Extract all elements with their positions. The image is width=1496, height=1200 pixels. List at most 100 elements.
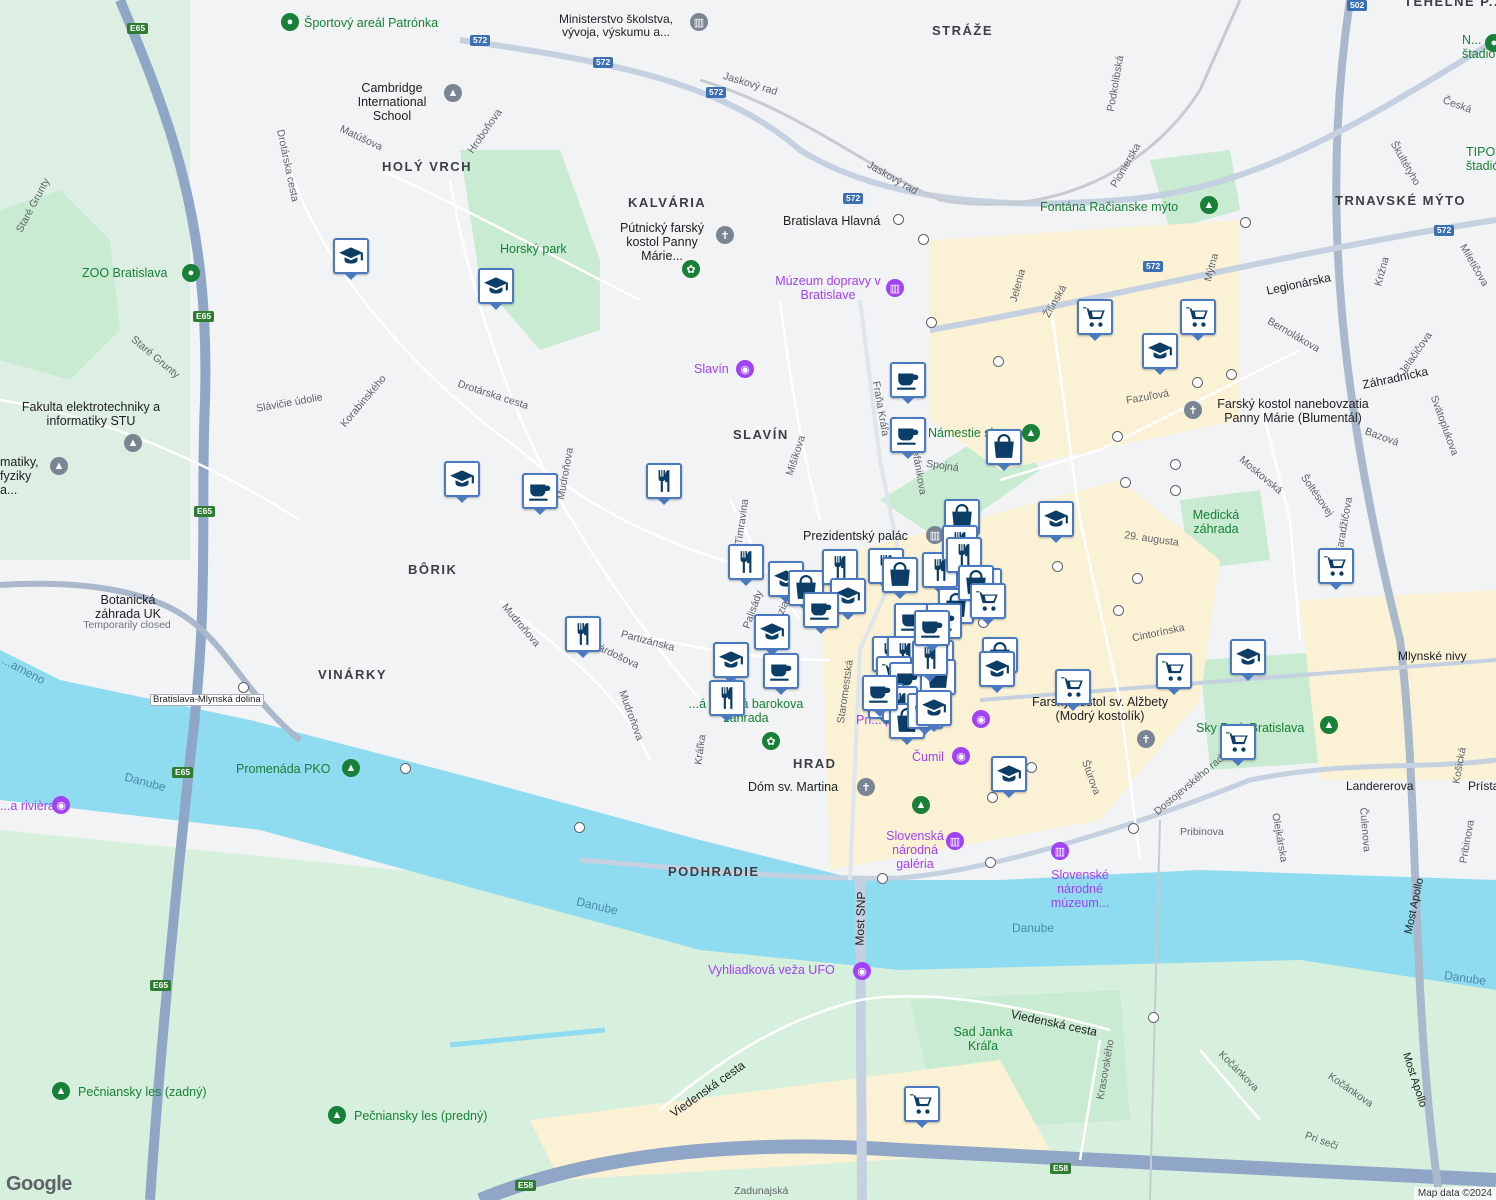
- poi-label-patronka[interactable]: Športový areál Patrónka: [304, 16, 438, 31]
- poi-label-pecniansky-predny[interactable]: Pečniansky les (predný): [354, 1109, 487, 1124]
- school-icon[interactable]: ▲: [444, 84, 462, 102]
- bus-stop-icon[interactable]: [1226, 369, 1237, 380]
- cafe-marker-icon[interactable]: [890, 362, 926, 404]
- poi-label-riviera[interactable]: ...a rivièra: [0, 799, 55, 814]
- bus-stop-icon[interactable]: [574, 822, 585, 833]
- park-icon[interactable]: ▲: [1022, 424, 1040, 442]
- bus-stop-icon[interactable]: [877, 873, 888, 884]
- poi-label-sng[interactable]: Slovenská národná galéria: [873, 829, 957, 871]
- poi-label-horsky-park[interactable]: Horský park: [500, 242, 567, 257]
- promenade-icon[interactable]: ▲: [342, 759, 360, 777]
- bus-stop-icon[interactable]: [238, 682, 249, 693]
- tower-icon[interactable]: ◉: [853, 962, 871, 980]
- poi-label-slavin[interactable]: Slavín: [694, 362, 729, 377]
- bus-stop-icon[interactable]: [926, 317, 937, 328]
- park-icon[interactable]: ●: [281, 13, 299, 31]
- bus-stop-icon[interactable]: [1148, 1012, 1159, 1023]
- school-marker-icon[interactable]: [991, 756, 1027, 798]
- bus-stop-icon[interactable]: [1170, 459, 1181, 470]
- landmark-icon[interactable]: ◉: [972, 710, 990, 728]
- poi-label-cambridge[interactable]: Cambridge International School: [340, 81, 444, 123]
- poi-label-farsky-blumental[interactable]: Farský kostol nanebovzatia Panny Márie (…: [1208, 397, 1378, 426]
- bus-stop-icon[interactable]: [1026, 762, 1037, 773]
- bus-stop-icon[interactable]: [987, 792, 998, 803]
- cafe-marker-icon[interactable]: [862, 675, 898, 717]
- poi-label-fontana[interactable]: Fontána Račianske mýto: [1040, 200, 1178, 215]
- cart-marker-icon[interactable]: [1318, 548, 1354, 590]
- poi-label-zoo[interactable]: ZOO Bratislava: [82, 266, 167, 281]
- university-icon[interactable]: ▲: [124, 434, 142, 452]
- food-marker-icon[interactable]: [728, 544, 764, 586]
- cafe-marker-icon[interactable]: [522, 473, 558, 515]
- fountain-icon[interactable]: ▲: [1200, 196, 1218, 214]
- map-view[interactable]: STRÁŽE HOLÝ VRCH KALVÁRIA SLAVÍN BÔRIK V…: [0, 0, 1496, 1200]
- landmark-icon[interactable]: ◉: [52, 796, 70, 814]
- bus-stop-icon[interactable]: [1240, 217, 1251, 228]
- bus-stop-icon[interactable]: [1112, 431, 1123, 442]
- bus-stop-icon[interactable]: [400, 763, 411, 774]
- poi-label-tipos[interactable]: TIPOS štadión: [1466, 145, 1496, 174]
- church-icon[interactable]: ✝: [1137, 730, 1155, 748]
- poi-label-pecniansky-zadny[interactable]: Pečniansky les (zadný): [78, 1085, 207, 1100]
- food-marker-icon[interactable]: [709, 680, 745, 722]
- garden-icon[interactable]: ✿: [682, 260, 700, 278]
- school-marker-icon[interactable]: [478, 268, 514, 310]
- school-marker-icon[interactable]: [1038, 501, 1074, 543]
- landmark-icon[interactable]: ◉: [952, 747, 970, 765]
- poi-label-cumil[interactable]: Čumil: [912, 750, 944, 765]
- shop-marker-icon[interactable]: [882, 557, 918, 599]
- garden-icon[interactable]: ✿: [762, 732, 780, 750]
- park-icon[interactable]: ▲: [912, 796, 930, 814]
- station-label-mlynska-dolina[interactable]: Bratislava-Mlynská dolina: [150, 694, 264, 707]
- cart-marker-icon[interactable]: [1220, 724, 1256, 766]
- poi-label-medicka[interactable]: Medická záhrada: [1186, 508, 1246, 537]
- cafe-marker-icon[interactable]: [890, 417, 926, 459]
- school-marker-icon[interactable]: [916, 690, 952, 732]
- forest-icon[interactable]: ▲: [328, 1106, 346, 1124]
- bus-stop-icon[interactable]: [1128, 823, 1139, 834]
- school-marker-icon[interactable]: [979, 651, 1015, 693]
- school-marker-icon[interactable]: [1230, 639, 1266, 681]
- poi-label-dom[interactable]: Dóm sv. Martina: [748, 780, 838, 795]
- poi-label-ministerstvo[interactable]: Ministerstvo školstva, vývoja, výskumu a…: [546, 12, 686, 39]
- school-marker-icon[interactable]: [444, 461, 480, 503]
- school-marker-icon[interactable]: [1142, 333, 1178, 375]
- cafe-marker-icon[interactable]: [763, 653, 799, 695]
- school-marker-icon[interactable]: [754, 614, 790, 656]
- poi-label-snm[interactable]: Slovenské národné múzeum...: [1030, 868, 1130, 910]
- bus-stop-icon[interactable]: [893, 214, 904, 225]
- map-attribution[interactable]: Map data ©2024: [1413, 1187, 1496, 1200]
- poi-label-ufo[interactable]: Vyhliadková veža UFO: [708, 963, 835, 978]
- cafe-marker-icon[interactable]: [803, 592, 839, 634]
- bus-stop-icon[interactable]: [993, 356, 1004, 367]
- poi-label-fmph[interactable]: matiky, fyziky a...: [0, 455, 46, 497]
- shop-marker-icon[interactable]: [986, 429, 1022, 471]
- poi-label-prezidentsky[interactable]: Prezidentský palác: [803, 529, 908, 544]
- church-icon[interactable]: ✝: [1184, 401, 1202, 419]
- museum-icon[interactable]: ▥: [946, 832, 964, 850]
- bus-stop-icon[interactable]: [985, 857, 996, 868]
- poi-label-botanicka[interactable]: Botanická záhrada UK: [78, 593, 178, 622]
- poi-label-muzeum-dopravy[interactable]: Múzeum dopravy v Bratislave: [772, 274, 884, 303]
- university-icon[interactable]: ▲: [50, 457, 68, 475]
- museum-icon[interactable]: ▥: [886, 279, 904, 297]
- zoo-icon[interactable]: ●: [182, 264, 200, 282]
- stadium-icon[interactable]: ●: [1485, 34, 1496, 52]
- cart-marker-icon[interactable]: [970, 583, 1006, 625]
- church-icon[interactable]: ✝: [857, 778, 875, 796]
- poi-label-promenada[interactable]: Promenáda PKO: [236, 762, 331, 777]
- cart-marker-icon[interactable]: [1180, 299, 1216, 341]
- bus-stop-icon[interactable]: [1170, 485, 1181, 496]
- cart-marker-icon[interactable]: [1156, 653, 1192, 695]
- landmark-icon[interactable]: ◉: [736, 360, 754, 378]
- poi-label-bratislava-hlavna[interactable]: Bratislava Hlavná: [783, 214, 880, 229]
- government-icon[interactable]: ▥: [690, 13, 708, 31]
- museum-icon[interactable]: ▥: [1051, 842, 1069, 860]
- cart-marker-icon[interactable]: [1077, 299, 1113, 341]
- school-marker-icon[interactable]: [713, 642, 749, 684]
- church-icon[interactable]: ✝: [716, 226, 734, 244]
- poi-label-sad[interactable]: Sad Janka Kráľa: [948, 1025, 1018, 1054]
- poi-label-modry-kostolik[interactable]: Farský kostol sv. Alžbety (Modrý kostolí…: [1020, 695, 1180, 724]
- school-marker-icon[interactable]: [333, 238, 369, 280]
- cart-marker-icon[interactable]: [1055, 669, 1091, 711]
